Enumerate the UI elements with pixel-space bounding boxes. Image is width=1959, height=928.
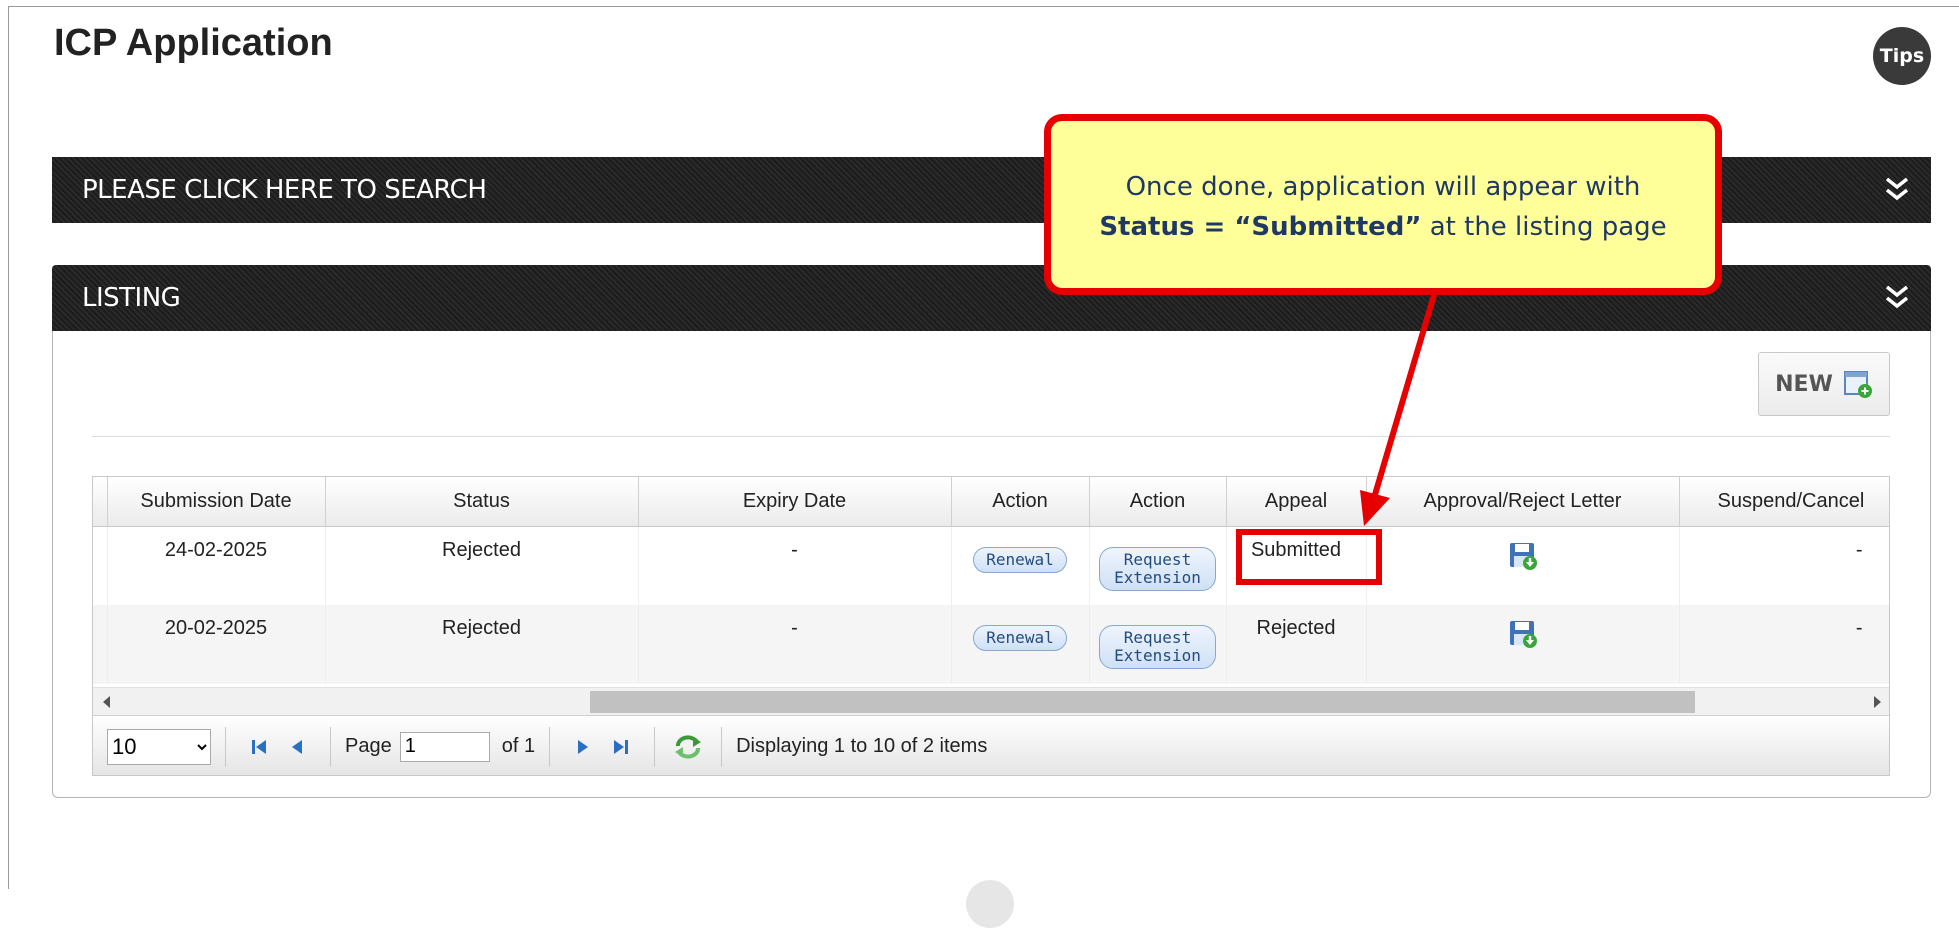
callout-line-1: Once done, application will appear with	[1125, 172, 1641, 202]
scroll-top-button[interactable]	[966, 880, 1014, 928]
annotation-callout: Once done, application will appear with …	[1044, 114, 1722, 295]
callout-line-2-rest: at the listing page	[1421, 212, 1667, 242]
callout-line-2: Status = “Submitted” at the listing page	[1051, 207, 1715, 247]
callout-status-bold: Status = “Submitted”	[1099, 212, 1422, 242]
